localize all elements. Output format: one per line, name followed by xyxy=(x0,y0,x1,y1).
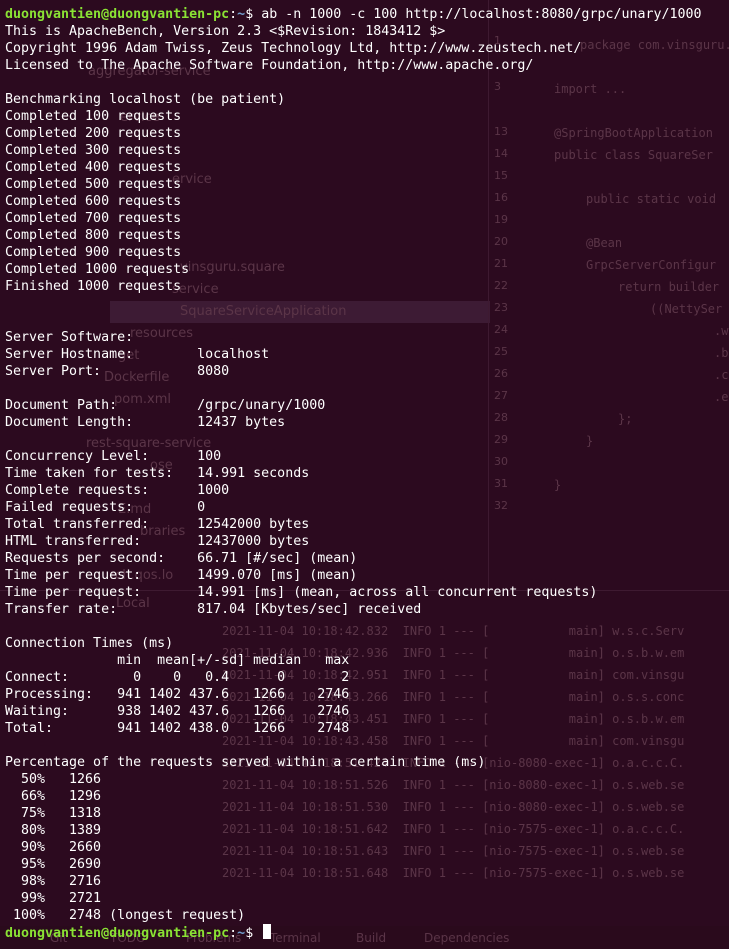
prompt-symbol: $ xyxy=(245,926,254,941)
percentile-line: 95% 2690 xyxy=(5,857,102,872)
stat-line: Time per request: 1499.070 [ms] (mean) xyxy=(5,568,358,583)
progress-block: Completed 100 requests Completed 200 requ… xyxy=(5,108,729,295)
prompt-user-host: duongvantien@duongvantien-pc xyxy=(5,926,230,941)
percentiles-block: 50% 1266 66% 1296 75% 1318 80% 1389 90% … xyxy=(5,771,729,924)
connection-times-line: Waiting: 938 1402 437.6 1266 2746 xyxy=(5,704,350,719)
prompt-user-host: duongvantien@duongvantien-pc xyxy=(5,7,230,22)
progress-line: Completed 200 requests xyxy=(5,126,182,141)
header-line: Licensed to The Apache Software Foundati… xyxy=(5,58,534,73)
terminal-output[interactable]: duongvantien@duongvantien-pc:~$ ab -n 10… xyxy=(5,6,729,941)
stat-line: Transfer rate: 817.04 [Kbytes/sec] recei… xyxy=(5,602,422,617)
percentile-line: 66% 1296 xyxy=(5,789,102,804)
connection-times-line: min mean[+/-sd] median max xyxy=(5,653,350,668)
stat-line: Concurrency Level: 100 xyxy=(5,449,222,464)
progress-line: Completed 1000 requests xyxy=(5,262,190,277)
percentile-line: 99% 2721 xyxy=(5,891,102,906)
progress-line: Completed 800 requests xyxy=(5,228,182,243)
stat-line: Time taken for tests: 14.991 seconds xyxy=(5,466,310,481)
progress-line: Finished 1000 requests xyxy=(5,279,182,294)
percentile-line: 50% 1266 xyxy=(5,772,102,787)
prompt-path: ~ xyxy=(237,926,246,941)
header-line: This is ApacheBench, Version 2.3 <$Revis… xyxy=(5,24,446,39)
server-info-line: Server Software: xyxy=(5,330,134,345)
stat-line: Time per request: 14.991 [ms] (mean, acr… xyxy=(5,585,598,600)
final-prompt-line[interactable]: duongvantien@duongvantien-pc:~$ xyxy=(5,924,729,941)
server-info-line: Server Hostname: localhost xyxy=(5,347,270,362)
terminal-cursor xyxy=(263,924,272,939)
progress-line: Completed 500 requests xyxy=(5,177,182,192)
percentile-line: 75% 1318 xyxy=(5,806,102,821)
percentile-line: 98% 2716 xyxy=(5,874,102,889)
stat-line: Failed requests: 0 xyxy=(5,500,206,515)
stat-line: Requests per second: 66.71 [#/sec] (mean… xyxy=(5,551,358,566)
document-block: Document Path: /grpc/unary/1000 Document … xyxy=(5,397,729,431)
document-info-line: Document Length: 12437 bytes xyxy=(5,415,286,430)
connection-times-line: Total: 941 1402 438.0 1266 2748 xyxy=(5,721,350,736)
prompt-symbol: $ xyxy=(245,7,254,22)
header-line: Copyright 1996 Adam Twiss, Zeus Technolo… xyxy=(5,41,582,56)
document-info-line: Document Path: /grpc/unary/1000 xyxy=(5,398,326,413)
progress-line: Completed 900 requests xyxy=(5,245,182,260)
server-block: Server Software: Server Hostname: localho… xyxy=(5,329,729,380)
connection-times-line: Connection Times (ms) xyxy=(5,636,174,651)
command-text: ab -n 1000 -c 100 http://localhost:8080/… xyxy=(261,7,702,22)
command-line: duongvantien@duongvantien-pc:~$ ab -n 10… xyxy=(5,7,702,22)
progress-line: Completed 300 requests xyxy=(5,143,182,158)
connection-times-block: Connection Times (ms) min mean[+/-sd] me… xyxy=(5,635,729,737)
progress-line: Completed 600 requests xyxy=(5,194,182,209)
percentile-line: 80% 1389 xyxy=(5,823,102,838)
stat-line: Complete requests: 1000 xyxy=(5,483,230,498)
progress-line: Completed 700 requests xyxy=(5,211,182,226)
percentile-line: 90% 2660 xyxy=(5,840,102,855)
progress-line: Completed 100 requests xyxy=(5,109,182,124)
stats-block: Concurrency Level: 100 Time taken for tes… xyxy=(5,448,729,618)
server-info-line: Server Port: 8080 xyxy=(5,364,230,379)
connection-times-line: Connect: 0 0 0.4 0 2 xyxy=(5,670,350,685)
connection-times-line: Processing: 941 1402 437.6 1266 2746 xyxy=(5,687,350,702)
percentiles-title: Percentage of the requests served within… xyxy=(5,755,486,770)
progress-line: Completed 400 requests xyxy=(5,160,182,175)
stat-line: HTML transferred: 12437000 bytes xyxy=(5,534,310,549)
prompt-path: ~ xyxy=(237,7,246,22)
stat-line: Total transferred: 12542000 bytes xyxy=(5,517,310,532)
benchmarking-line: Benchmarking localhost (be patient) xyxy=(5,92,286,107)
percentile-line: 100% 2748 (longest request) xyxy=(5,908,246,923)
